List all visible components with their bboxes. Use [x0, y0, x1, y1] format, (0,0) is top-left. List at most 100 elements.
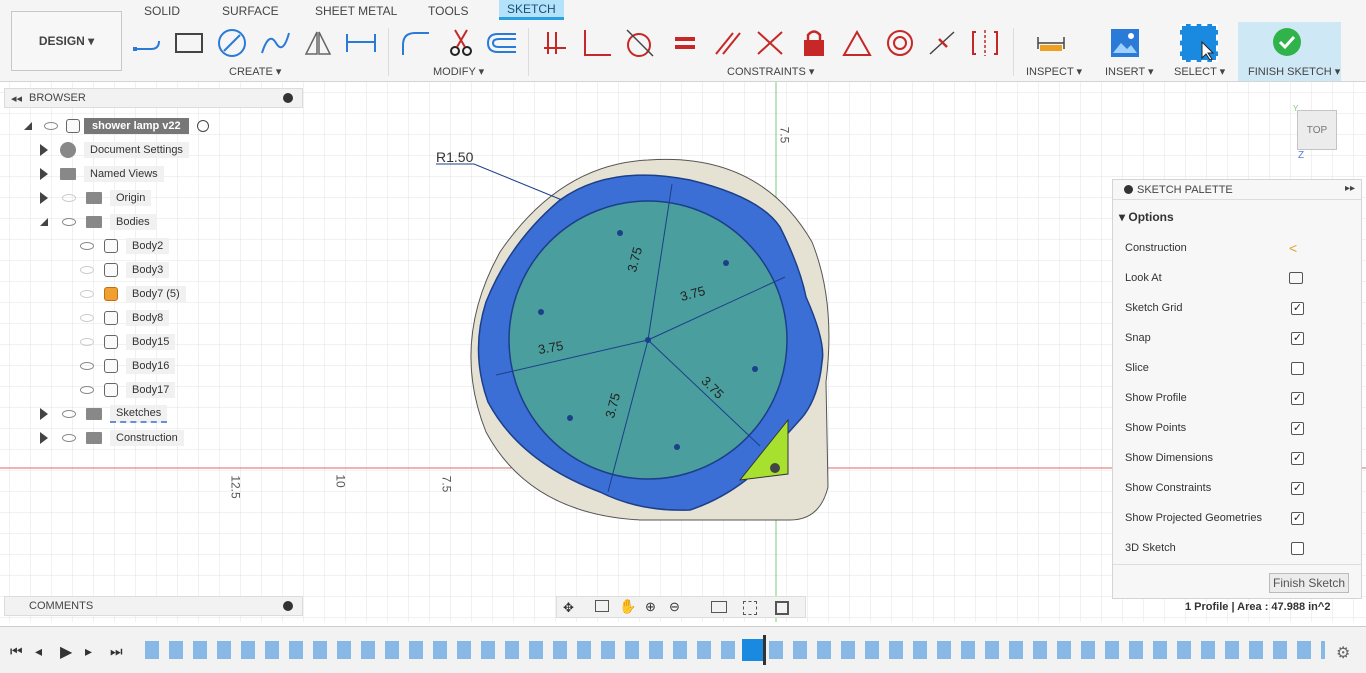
display-settings-icon[interactable] [711, 601, 727, 613]
tree-item-body[interactable]: Body16 [80, 356, 176, 376]
midpoint-constraint-icon[interactable] [753, 26, 787, 60]
collinear-constraint-icon[interactable] [925, 26, 959, 60]
go-to-end-icon[interactable]: ⏭ [110, 643, 123, 660]
construction-toggle-icon[interactable]: < [1289, 240, 1297, 256]
tree-item-sketches[interactable]: Sketches [40, 404, 168, 424]
show-constraints-checkbox[interactable]: ✓ [1291, 481, 1304, 495]
show-projected-geometries-checkbox[interactable]: ✓ [1291, 511, 1304, 525]
finish-sketch-palette-button[interactable]: Finish Sketch [1269, 573, 1349, 593]
triangle-constraint-icon[interactable] [840, 26, 874, 60]
measure-ruler-icon[interactable] [1034, 26, 1068, 60]
timeline-settings-gear-icon[interactable]: ⚙ [1336, 643, 1350, 663]
visibility-eye-icon[interactable] [80, 338, 94, 346]
zoom-icon[interactable]: ⊕ [645, 599, 656, 615]
step-back-icon[interactable]: ◂ [35, 643, 42, 660]
palette-expand-icon[interactable]: ▸▸ [1345, 183, 1355, 194]
visibility-eye-icon[interactable] [44, 122, 58, 130]
orbit-icon[interactable]: ✥ [563, 600, 574, 616]
collapse-arrows-icon[interactable]: ◂◂ [11, 92, 22, 105]
radius-dimension-label[interactable]: R1.50 [436, 149, 473, 165]
finish-sketch-button[interactable]: FINISH SKETCH ▾ [1238, 22, 1341, 81]
insert-group-menu[interactable]: INSERT ▾ [1105, 65, 1154, 78]
tab-sketch[interactable]: SKETCH [499, 0, 564, 20]
timeline-marker[interactable] [763, 635, 766, 665]
insert-image-icon[interactable] [1108, 26, 1142, 60]
tree-item-document-settings[interactable]: Document Settings [40, 140, 189, 160]
show-dimensions-checkbox[interactable]: ✓ [1291, 451, 1304, 465]
fit-zoom-icon[interactable]: ⊖ [669, 599, 680, 615]
create-group-menu[interactable]: CREATE ▾ [229, 65, 281, 78]
browser-minimize-icon[interactable] [283, 93, 293, 103]
offset-tool-icon[interactable] [484, 26, 518, 60]
pan-hand-icon[interactable]: ✋ [619, 598, 636, 615]
look-at-nav-icon[interactable] [595, 600, 609, 612]
step-forward-icon[interactable]: ▸ [85, 643, 92, 660]
inspect-group-menu[interactable]: INSPECT ▾ [1026, 65, 1082, 78]
tree-item-named-views[interactable]: Named Views [40, 164, 164, 184]
tab-tools[interactable]: TOOLS [420, 2, 476, 20]
expand-arrow-icon[interactable] [40, 144, 48, 156]
add-comment-icon[interactable] [283, 601, 293, 611]
timeline-features[interactable] [145, 641, 1325, 659]
viewports-icon[interactable] [775, 601, 789, 615]
constraints-group-menu[interactable]: CONSTRAINTS ▾ [727, 65, 814, 78]
timeline-current-feature[interactable] [742, 639, 764, 661]
rectangle-tool-icon[interactable] [172, 26, 206, 60]
tree-item-body[interactable]: Body8 [80, 308, 170, 328]
fix-lock-icon[interactable] [797, 26, 831, 60]
circle-tool-icon[interactable] [215, 26, 249, 60]
visibility-eye-icon[interactable] [80, 290, 94, 298]
tree-root[interactable]: shower lamp v22 [24, 116, 209, 136]
concentric-constraint-icon[interactable] [883, 26, 917, 60]
expand-arrow-icon[interactable] [40, 218, 48, 226]
browser-panel-header[interactable]: ◂◂ BROWSER [4, 88, 303, 108]
symmetry-constraint-icon[interactable] [968, 26, 1002, 60]
trim-scissors-icon[interactable] [444, 26, 478, 60]
look-at-icon[interactable] [1289, 272, 1303, 284]
activate-radio-icon[interactable] [196, 120, 209, 132]
tab-surface[interactable]: SURFACE [214, 2, 287, 20]
viewcube[interactable]: TOP [1297, 110, 1337, 150]
show-profile-checkbox[interactable]: ✓ [1291, 391, 1304, 405]
modify-group-menu[interactable]: MODIFY ▾ [433, 65, 484, 78]
tab-solid[interactable]: SOLID [136, 2, 188, 20]
slice-checkbox[interactable] [1291, 361, 1304, 375]
palette-minimize-icon[interactable] [1124, 185, 1133, 194]
visibility-eye-icon[interactable] [80, 386, 94, 394]
line-tool-icon[interactable] [130, 26, 164, 60]
show-points-checkbox[interactable]: ✓ [1291, 421, 1304, 435]
expand-arrow-icon[interactable] [24, 122, 32, 130]
dimension-tool-icon[interactable] [344, 26, 378, 60]
comments-panel-header[interactable]: COMMENTS [4, 596, 303, 616]
equal-constraint-icon[interactable] [668, 26, 702, 60]
expand-arrow-icon[interactable] [40, 432, 48, 444]
tree-item-origin[interactable]: Origin [40, 188, 152, 208]
tangent-constraint-icon[interactable] [624, 26, 658, 60]
workspace-switcher-button[interactable]: DESIGN ▾ [11, 11, 122, 71]
expand-arrow-icon[interactable] [40, 408, 48, 420]
visibility-eye-icon[interactable] [80, 362, 94, 370]
visibility-eye-icon[interactable] [80, 314, 94, 322]
expand-arrow-icon[interactable] [40, 192, 48, 204]
tree-item-body[interactable]: Body7 (5) [80, 284, 186, 304]
root-component-label[interactable]: shower lamp v22 [84, 118, 189, 134]
sketch-grid-checkbox[interactable]: ✓ [1291, 301, 1304, 315]
visibility-eye-icon[interactable] [80, 266, 94, 274]
visibility-eye-icon[interactable] [80, 242, 94, 250]
visibility-eye-icon[interactable] [62, 410, 76, 418]
go-to-start-icon[interactable]: ⏮ [10, 643, 23, 660]
grid-settings-icon[interactable] [743, 601, 757, 615]
play-icon[interactable]: ▶ [60, 642, 72, 662]
tree-item-bodies[interactable]: Bodies [40, 212, 156, 232]
tree-item-body[interactable]: Body2 [80, 236, 170, 256]
visibility-eye-icon[interactable] [62, 194, 76, 202]
tree-item-body[interactable]: Body3 [80, 260, 170, 280]
tree-item-body[interactable]: Body17 [80, 380, 176, 400]
parallel-constraint-icon[interactable] [711, 26, 745, 60]
sketch-palette-header[interactable]: SKETCH PALETTE ▸▸ [1113, 180, 1361, 200]
visibility-eye-icon[interactable] [62, 434, 76, 442]
mirror-tool-icon[interactable] [301, 26, 335, 60]
perpendicular-constraint-icon[interactable] [580, 26, 614, 60]
3d-sketch-checkbox[interactable] [1291, 541, 1304, 555]
options-section-header[interactable]: ▾ Options [1119, 210, 1174, 224]
